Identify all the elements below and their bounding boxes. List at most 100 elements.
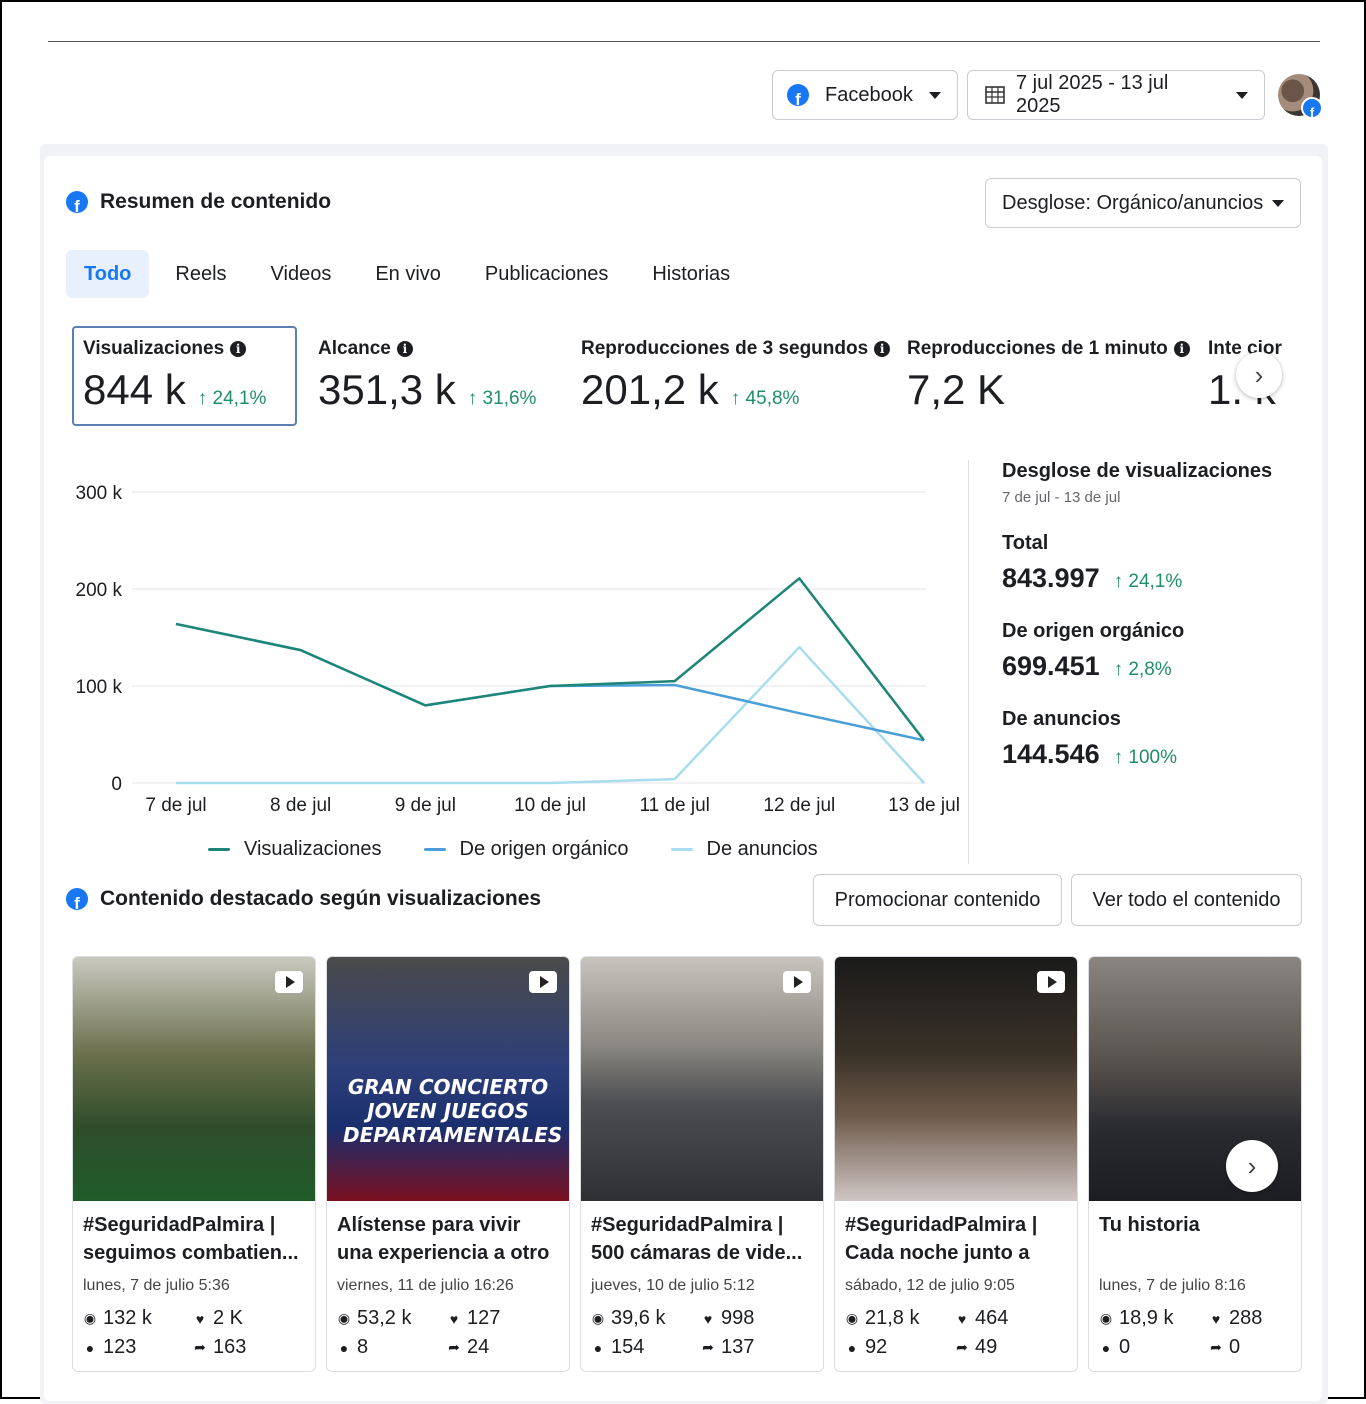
x-tick-label: 11 de jul bbox=[639, 795, 709, 816]
breakdown-total-label: Total bbox=[1002, 532, 1049, 554]
legend-item-anuncios: De anuncios bbox=[670, 838, 818, 861]
post-date: jueves, 10 de julio 5:12 bbox=[591, 1277, 755, 1294]
breakdown-ads-label: De anuncios bbox=[1002, 708, 1121, 730]
summary-title-text: Resumen de contenido bbox=[100, 190, 332, 213]
x-tick-label: 10 de jul bbox=[514, 795, 586, 816]
metric-delta: ↑ 31,6% bbox=[467, 388, 537, 409]
post-shares: ➦ 137 bbox=[702, 1336, 755, 1358]
eye-icon: ◉ bbox=[1099, 1310, 1113, 1326]
share-icon: ➦ bbox=[956, 1339, 968, 1355]
post-title: #SeguridadPalmira | Cada noche junto a l… bbox=[845, 1214, 1038, 1264]
breakdown-ads-value: 144.546 bbox=[1002, 739, 1100, 769]
platform-selector[interactable]: f Facebook bbox=[772, 70, 958, 120]
eye-icon: ◉ bbox=[845, 1310, 859, 1326]
promote-content-button[interactable]: Promocionar contenido bbox=[813, 874, 1062, 926]
caret-down-icon bbox=[1272, 199, 1284, 207]
date-range-selector[interactable]: 7 jul 2025 - 13 jul 2025 bbox=[967, 70, 1265, 120]
share-icon: ➦ bbox=[448, 1339, 460, 1355]
breakdown-range: 7 de jul - 13 de jul bbox=[1002, 489, 1121, 506]
x-tick-label: 7 de jul bbox=[145, 795, 206, 816]
breakdown-title: Desglose de visualizaciones bbox=[1002, 460, 1273, 482]
tab-reels[interactable]: Reels bbox=[157, 250, 244, 298]
x-tick-label: 12 de jul bbox=[763, 795, 835, 816]
metric-value: 7,2 K bbox=[907, 366, 1006, 413]
tab-publicaciones[interactable]: Publicaciones bbox=[467, 250, 626, 298]
legend-item-organico: De origen orgánico bbox=[423, 838, 629, 861]
metric-label: Reproducciones de 1 minuto bbox=[907, 338, 1168, 359]
view-all-content-button[interactable]: Ver todo el contenido bbox=[1071, 874, 1302, 926]
profile-avatar[interactable]: f bbox=[1278, 74, 1323, 119]
metrics-next-button[interactable]: › bbox=[1236, 352, 1282, 398]
post-shares: ➦ 24 bbox=[448, 1336, 490, 1358]
chart-legend: Visualizaciones De origen orgánico De an… bbox=[208, 838, 818, 861]
post-likes: ♥ 464 bbox=[955, 1307, 1065, 1330]
metric-value: 351,3 k bbox=[318, 366, 456, 413]
post-views: ◉ 21,8 k bbox=[845, 1307, 920, 1329]
post-thumbnail-text: GRAN CONCIERTO JOVEN JUEGOS DEPARTAMENTA… bbox=[343, 1075, 563, 1147]
heart-icon: ♥ bbox=[957, 1310, 967, 1327]
metric-alcance[interactable]: Alcance i 351,3 k ↑ 31,6% bbox=[318, 326, 568, 426]
x-tick-label: 9 de jul bbox=[395, 795, 456, 816]
metric-reproducciones-3s[interactable]: Reproducciones de 3 segundos i 201,2 k ↑ 4… bbox=[581, 326, 891, 426]
post-thumbnail bbox=[581, 957, 823, 1201]
top-divider bbox=[48, 41, 1320, 42]
tab-historias[interactable]: Historias bbox=[634, 250, 748, 298]
series-line-1 bbox=[175, 622, 925, 742]
metric-label: Alcance bbox=[318, 338, 391, 359]
x-tick-label: 13 de jul bbox=[888, 795, 960, 816]
platform-label: Facebook bbox=[825, 83, 913, 106]
reel-icon bbox=[1037, 971, 1065, 993]
breakdown-organic-label: De origen orgánico bbox=[1002, 620, 1185, 642]
eye-icon: ◉ bbox=[83, 1310, 97, 1326]
facebook-icon: f bbox=[66, 191, 88, 213]
heart-icon: ♥ bbox=[195, 1310, 205, 1327]
breakdown-dropdown-label: Desglose: Orgánico/anuncios bbox=[1002, 191, 1264, 214]
post-views: ◉ 53,2 k bbox=[337, 1307, 412, 1329]
carousel-next-button[interactable]: › bbox=[1226, 1140, 1278, 1192]
post-views: ◉ 18,9 k bbox=[1099, 1307, 1174, 1329]
x-tick-label: 8 de jul bbox=[270, 795, 331, 816]
post-card[interactable]: GRAN CONCIERTO JOVEN JUEGOS DEPARTAMENTA… bbox=[326, 956, 570, 1372]
legend-item-visualizaciones: Visualizaciones bbox=[208, 838, 382, 861]
info-icon[interactable]: i bbox=[396, 341, 413, 357]
share-icon: ➦ bbox=[194, 1339, 206, 1355]
tab-todo[interactable]: Todo bbox=[66, 250, 150, 298]
post-title: Tu historia bbox=[1099, 1214, 1200, 1236]
calendar-icon bbox=[985, 86, 1005, 104]
metric-delta: ↑ 45,8% bbox=[730, 388, 800, 409]
post-thumbnail bbox=[835, 957, 1077, 1201]
post-shares: ➦ 49 bbox=[956, 1336, 998, 1358]
post-thumbnail bbox=[73, 957, 315, 1201]
facebook-icon: f bbox=[787, 84, 809, 106]
info-icon[interactable]: i bbox=[230, 341, 247, 357]
views-line-chart: 300 k 200 k 100 k 0 7 de jul 8 de jul 9 de jul… bbox=[76, 483, 960, 816]
chart-divider bbox=[968, 460, 969, 864]
breakdown-total-value: 843.997 bbox=[1002, 563, 1100, 593]
caret-down-icon bbox=[928, 91, 941, 99]
post-card[interactable]: #SeguridadPalmira | seguimos combatien..… bbox=[72, 956, 316, 1372]
metric-label: Reproducciones de 3 segundos bbox=[581, 338, 869, 359]
tab-en-vivo[interactable]: En vivo bbox=[357, 250, 459, 298]
share-icon: ➦ bbox=[1210, 1339, 1222, 1355]
post-comments: ● 154 bbox=[591, 1336, 701, 1359]
post-shares: ➦ 163 bbox=[194, 1336, 247, 1358]
post-card[interactable]: #SeguridadPalmira | 500 cámaras de vide.… bbox=[580, 956, 824, 1372]
post-likes: ♥ 998 bbox=[701, 1307, 811, 1330]
reel-icon bbox=[529, 971, 557, 993]
metric-visualizaciones[interactable]: Visualizaciones i 844 k ↑ 24,1% bbox=[72, 326, 297, 426]
post-views: ◉ 39,6 k bbox=[591, 1307, 666, 1329]
info-icon[interactable]: i bbox=[874, 341, 891, 357]
breakdown-dropdown[interactable]: Desglose: Orgánico/anuncios bbox=[985, 178, 1301, 228]
tab-videos[interactable]: Videos bbox=[253, 250, 350, 298]
post-shares: ➦ 0 bbox=[1210, 1336, 1241, 1358]
post-card[interactable]: #SeguridadPalmira | Cada noche junto a l… bbox=[834, 956, 1078, 1372]
metric-reproducciones-1min[interactable]: Reproducciones de 1 minuto i 7,2 K bbox=[907, 326, 1197, 426]
share-icon: ➦ bbox=[702, 1339, 714, 1355]
featured-title: f Contenido destacado según visualizacio… bbox=[66, 887, 541, 911]
post-views: ◉ 132 k bbox=[83, 1307, 152, 1329]
info-icon[interactable]: i bbox=[1173, 341, 1190, 357]
post-comments: ● 92 bbox=[845, 1336, 955, 1359]
comment-icon: ● bbox=[593, 1339, 603, 1356]
heart-icon: ♥ bbox=[703, 1310, 713, 1327]
post-title: #SeguridadPalmira | 500 cámaras de vide.… bbox=[591, 1214, 803, 1264]
